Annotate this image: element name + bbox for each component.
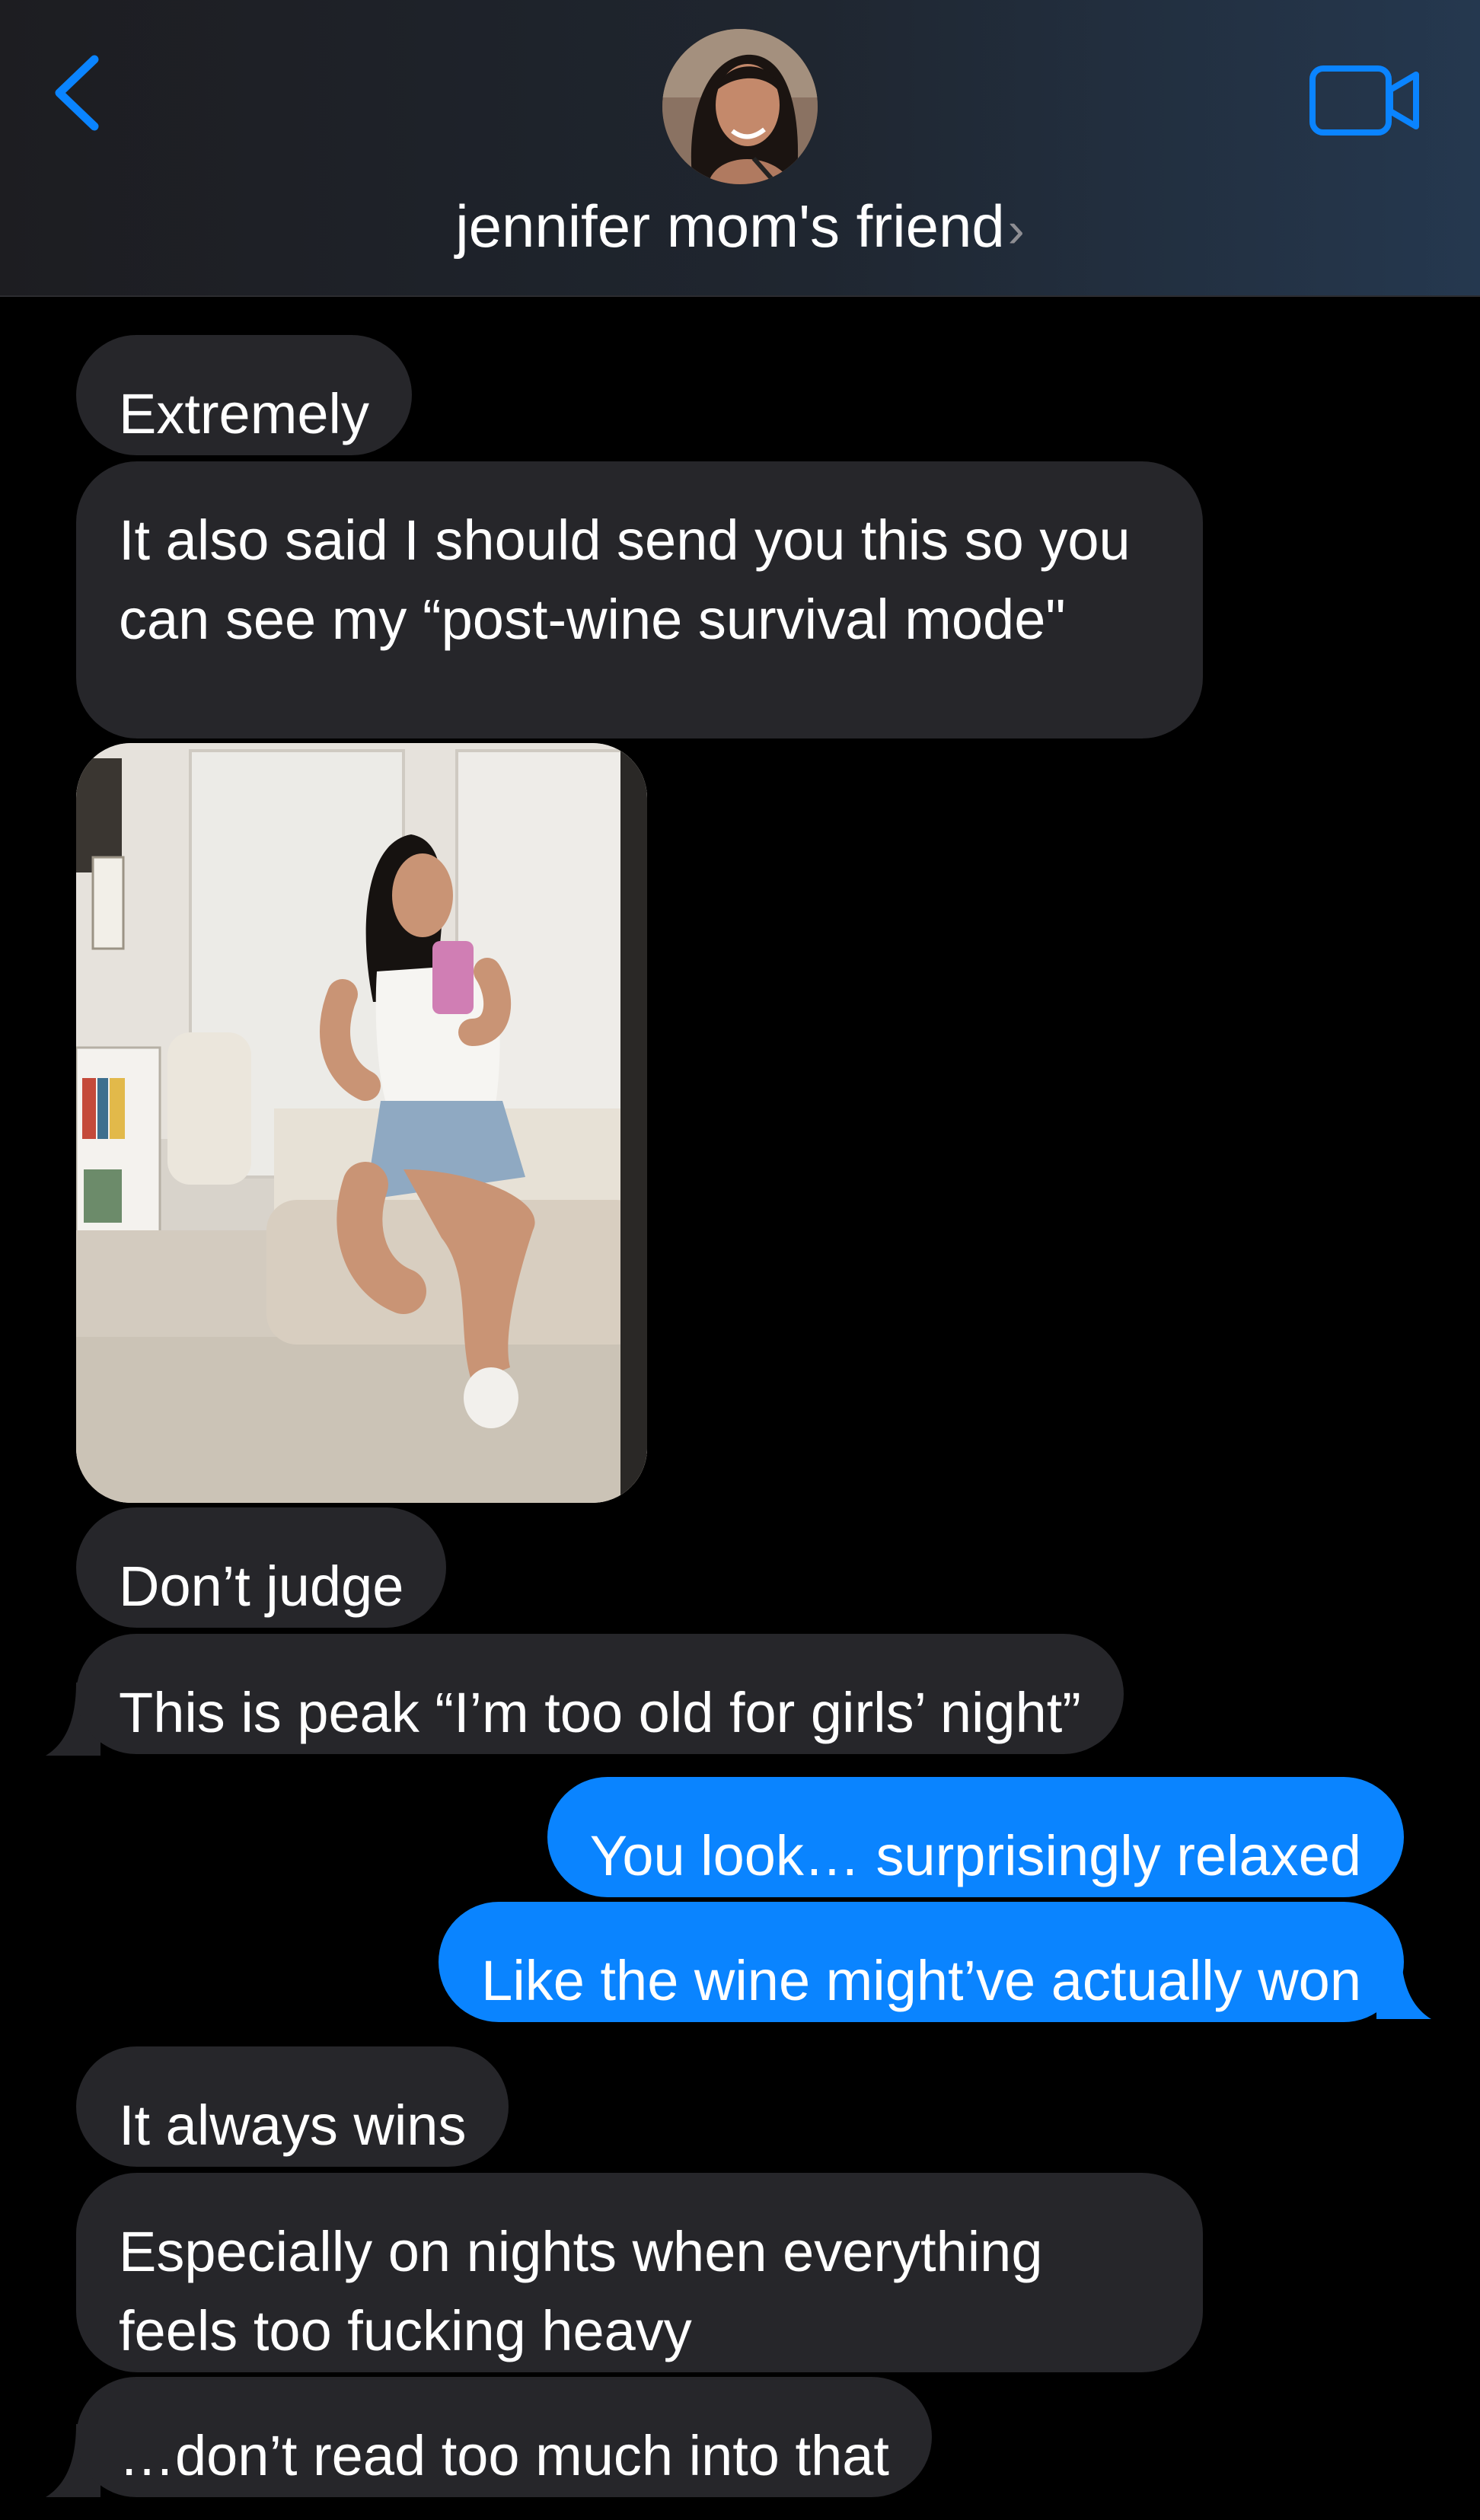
message-bubble-outgoing[interactable]: You look… surprisingly relaxed bbox=[547, 1777, 1404, 1897]
message-text: Especially on nights when everything fee… bbox=[119, 2220, 1043, 2362]
message-bubble-incoming[interactable]: It always wins bbox=[76, 2046, 509, 2167]
message-photo[interactable] bbox=[76, 743, 647, 1503]
contact-name-button[interactable]: jennifer mom's friend› bbox=[0, 192, 1480, 263]
conversation-header: jennifer mom's friend› bbox=[0, 0, 1480, 297]
video-call-button[interactable] bbox=[1308, 62, 1422, 139]
message-bubble-incoming[interactable]: …don’t read too much into that bbox=[76, 2377, 932, 2497]
video-camera-icon bbox=[1309, 65, 1419, 136]
message-text: …don’t read too much into that bbox=[119, 2424, 889, 2487]
selfie-photo bbox=[76, 743, 647, 1503]
message-bubble-incoming[interactable]: Especially on nights when everything fee… bbox=[76, 2173, 1203, 2372]
avatar-photo bbox=[662, 29, 818, 184]
message-text: It also said I should send you this so y… bbox=[119, 509, 1131, 651]
contact-avatar[interactable] bbox=[662, 29, 818, 184]
contact-name: jennifer mom's friend bbox=[455, 193, 1005, 260]
message-text: You look… surprisingly relaxed bbox=[589, 1824, 1361, 1887]
chevron-right-icon: › bbox=[1007, 201, 1025, 257]
message-bubble-incoming[interactable]: It also said I should send you this so y… bbox=[76, 461, 1203, 738]
message-text: Extremely bbox=[119, 382, 369, 445]
back-button[interactable] bbox=[44, 47, 113, 139]
message-text: It always wins bbox=[119, 2094, 467, 2157]
message-bubble-incoming[interactable]: Don’t judge bbox=[76, 1507, 447, 1628]
message-text: Like the wine might’ve actually won bbox=[481, 1949, 1361, 2012]
message-bubble-incoming[interactable]: Extremely bbox=[76, 335, 412, 455]
message-bubble-outgoing[interactable]: Like the wine might’ve actually won bbox=[439, 1902, 1404, 2022]
message-text: This is peak “I’m too old for girls’ nig… bbox=[119, 1681, 1081, 1744]
message-text: Don’t judge bbox=[119, 1555, 404, 1618]
message-bubble-incoming[interactable]: This is peak “I’m too old for girls’ nig… bbox=[76, 1634, 1124, 1754]
chevron-left-icon bbox=[55, 55, 99, 131]
